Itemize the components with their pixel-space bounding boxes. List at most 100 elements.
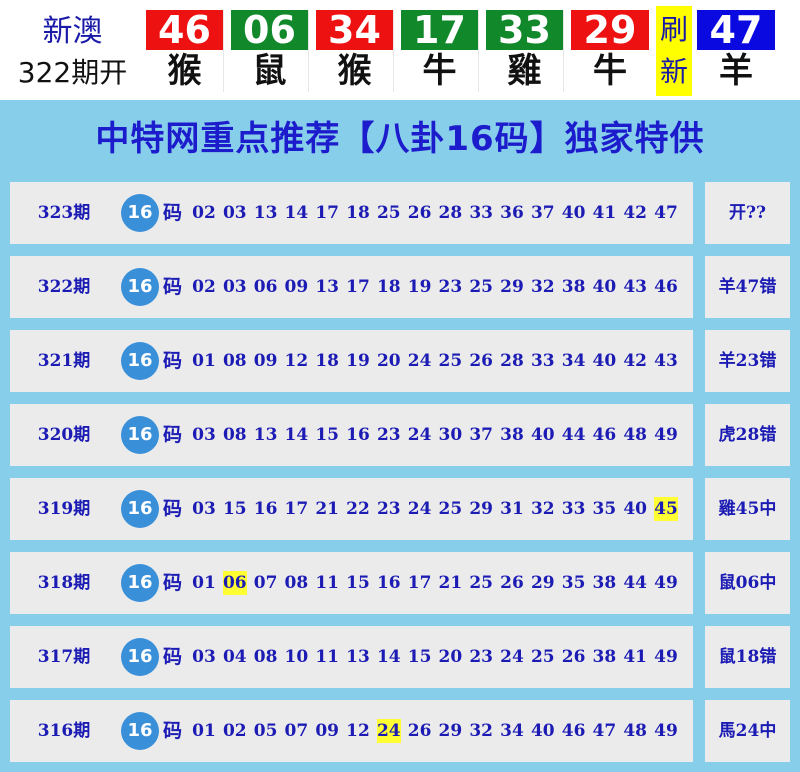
numbers-cell: 16 码 03 08 13 14 15 16 23 24 30 37 38 40 44 46 48 49 bbox=[101, 404, 693, 466]
pick-number: 07 bbox=[253, 573, 278, 593]
pick-number: 25 bbox=[469, 573, 494, 593]
pick-number: 08 bbox=[284, 573, 309, 593]
pick-number: 13 bbox=[253, 425, 278, 445]
result-cell: 馬24中 bbox=[705, 700, 790, 762]
pick-number: 25 bbox=[438, 351, 463, 371]
result-cell: 鼠06中 bbox=[705, 552, 790, 614]
pick-number: 28 bbox=[500, 351, 524, 371]
pick-number: 20 bbox=[438, 647, 463, 667]
pick-number: 40 bbox=[592, 277, 617, 297]
pick-number: 09 bbox=[284, 277, 309, 297]
pick-number: 49 bbox=[654, 573, 678, 593]
table-row: 323期 16 码 02 03 13 14 17 18 25 26 28 33 36 37 40 41 42 47 开… bbox=[0, 176, 800, 250]
code-unit-label: 码 bbox=[163, 646, 183, 668]
winning-number: 06 bbox=[222, 571, 247, 595]
pick-number: 12 bbox=[346, 721, 370, 741]
result-label: 羊23错 bbox=[718, 351, 777, 371]
draw-ball-3: 34 猴 bbox=[316, 10, 394, 92]
pick-number: 12 bbox=[284, 351, 309, 371]
pick-number: 47 bbox=[592, 721, 617, 741]
numbers-cell: 16 码 02 03 13 14 17 18 25 26 28 33 36 37 40 41 42 47 bbox=[101, 182, 693, 244]
pick-number: 11 bbox=[315, 647, 340, 667]
pick-number: 33 bbox=[530, 351, 555, 371]
draw-ball-2: 06 鼠 bbox=[231, 10, 309, 92]
pick-number: 38 bbox=[561, 277, 586, 297]
pick-number: 18 bbox=[346, 203, 370, 223]
result-label: 虎28错 bbox=[718, 425, 777, 445]
draw-ball-6: 29 牛 bbox=[571, 10, 649, 92]
pick-number: 14 bbox=[284, 203, 309, 223]
pick-number: 17 bbox=[315, 203, 340, 223]
result-cell: 羊23错 bbox=[705, 330, 790, 392]
pick-number: 11 bbox=[315, 573, 340, 593]
special-ball: 47 羊 bbox=[697, 10, 775, 92]
pick-number: 19 bbox=[346, 351, 370, 371]
refresh-label-1: 刷 bbox=[659, 13, 688, 46]
pick-number: 25 bbox=[469, 277, 494, 297]
recommend-heading: 中特网重点推荐【八卦16码】独家特供 bbox=[0, 100, 800, 176]
code-unit-label: 码 bbox=[163, 572, 183, 594]
pick-number: 14 bbox=[376, 647, 401, 667]
table-row: 319期 16 码 03 15 16 17 21 22 23 24 25 29 31 32 33 35 40 45 雞… bbox=[0, 472, 800, 546]
refresh-button[interactable]: 刷 新 bbox=[656, 6, 692, 96]
pick-number: 08 bbox=[253, 647, 278, 667]
pick-number: 40 bbox=[530, 721, 555, 741]
pick-number: 01 bbox=[192, 573, 216, 593]
pick-number: 37 bbox=[530, 203, 555, 223]
pick-number: 10 bbox=[284, 647, 309, 667]
pick-number: 38 bbox=[592, 573, 617, 593]
pick-number: 31 bbox=[500, 499, 524, 519]
pick-number: 03 bbox=[192, 499, 216, 519]
pick-number: 32 bbox=[469, 721, 494, 741]
pick-number: 03 bbox=[192, 647, 216, 667]
pick-number: 33 bbox=[561, 499, 586, 519]
pick-number: 03 bbox=[222, 277, 247, 297]
code-count-badge: 16 bbox=[121, 268, 159, 306]
pick-number: 38 bbox=[592, 647, 617, 667]
numbers-cell: 16 码 01 02 05 07 09 12 24 26 29 32 34 40 46 47 48 49 bbox=[101, 700, 693, 762]
winning-number: 24 bbox=[376, 719, 401, 743]
page-title: 中特网重点推荐【八卦16码】独家特供 bbox=[95, 119, 705, 159]
code-count-badge: 16 bbox=[121, 490, 159, 528]
code-count-badge: 16 bbox=[121, 416, 159, 454]
result-cell: 羊47错 bbox=[705, 256, 790, 318]
winning-number: 45 bbox=[654, 497, 678, 521]
result-cell: 雞45中 bbox=[705, 478, 790, 540]
result-label: 鼠18错 bbox=[718, 647, 777, 667]
ball-number: 47 bbox=[697, 10, 775, 50]
pick-number: 18 bbox=[315, 351, 340, 371]
pick-number: 03 bbox=[222, 203, 247, 223]
pick-number: 47 bbox=[654, 203, 678, 223]
pick-number: 01 bbox=[192, 351, 216, 371]
pick-number: 21 bbox=[315, 499, 340, 519]
pick-number: 05 bbox=[253, 721, 278, 741]
pick-number: 34 bbox=[500, 721, 524, 741]
pick-number: 04 bbox=[222, 647, 247, 667]
pick-number: 25 bbox=[438, 499, 463, 519]
ball-number: 06 bbox=[231, 10, 308, 50]
ball-number: 29 bbox=[571, 10, 649, 50]
code-count-badge: 16 bbox=[121, 564, 159, 602]
result-cell: 鼠18错 bbox=[705, 626, 790, 688]
pick-number: 48 bbox=[623, 425, 648, 445]
result-label: 雞45中 bbox=[718, 499, 777, 519]
pick-number: 21 bbox=[438, 573, 463, 593]
pick-number: 16 bbox=[376, 573, 401, 593]
code-count-badge: 16 bbox=[121, 712, 159, 750]
result-cell: 开?? bbox=[705, 182, 790, 244]
ball-number: 17 bbox=[401, 10, 478, 50]
site-name: 新澳 bbox=[42, 14, 103, 49]
pick-number: 08 bbox=[222, 425, 247, 445]
pick-number: 35 bbox=[561, 573, 586, 593]
pick-number: 02 bbox=[222, 721, 247, 741]
pick-number: 24 bbox=[407, 351, 432, 371]
pick-number: 17 bbox=[407, 573, 432, 593]
code-count-badge: 16 bbox=[121, 194, 159, 232]
pick-number: 26 bbox=[500, 573, 524, 593]
pick-number: 23 bbox=[438, 277, 463, 297]
pick-number: 16 bbox=[346, 425, 370, 445]
pick-number: 49 bbox=[654, 647, 678, 667]
pick-number: 13 bbox=[253, 203, 278, 223]
pick-number: 34 bbox=[561, 351, 586, 371]
pick-number: 46 bbox=[561, 721, 586, 741]
